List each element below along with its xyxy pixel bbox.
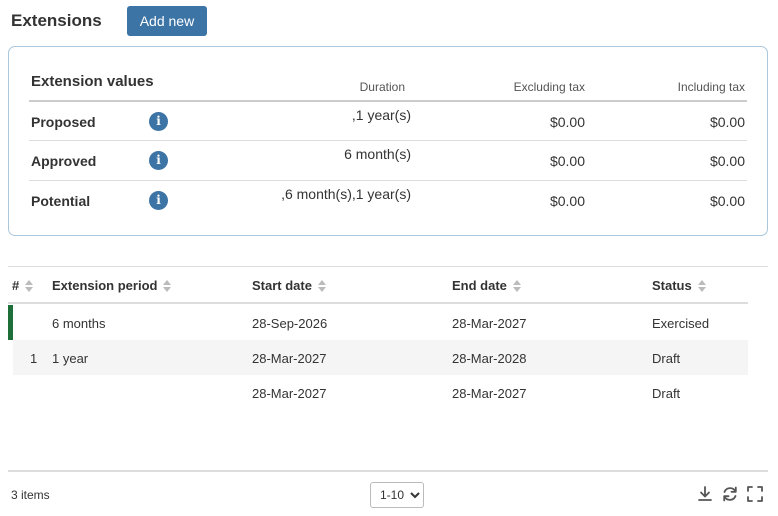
- info-icon[interactable]: i: [149, 191, 168, 210]
- duration-value: ,6 month(s),1 year(s): [281, 186, 411, 202]
- download-icon[interactable]: [695, 484, 715, 504]
- row-label: Potential: [31, 193, 91, 209]
- row-label: Proposed: [31, 114, 96, 130]
- proposed-row: Proposed i ,1 year(s) $0.00 $0.00: [29, 100, 747, 140]
- sort-icon[interactable]: [697, 279, 706, 292]
- table-row[interactable]: 1 1 year 28-Mar-2027 28-Mar-2028 Draft: [13, 340, 748, 375]
- column-status-label: Status: [652, 278, 692, 293]
- info-icon[interactable]: i: [149, 151, 168, 170]
- sort-icon[interactable]: [512, 279, 521, 292]
- duration-header: Duration: [359, 80, 405, 94]
- column-extension-period[interactable]: Extension period: [52, 278, 172, 293]
- cell-period: 1 year: [52, 351, 89, 366]
- excluding-tax-value: $0.00: [549, 153, 585, 169]
- excluding-tax-value: $0.00: [549, 114, 585, 130]
- cell-start: 28-Mar-2027: [252, 351, 327, 366]
- column-start-label: Start date: [252, 278, 312, 293]
- cell-period: 6 months: [52, 316, 106, 331]
- duration-value: 6 month(s): [344, 146, 411, 162]
- column-end-label: End date: [452, 278, 507, 293]
- section-divider: [8, 266, 768, 267]
- cell-end: 28-Mar-2027: [452, 386, 527, 401]
- fullscreen-icon[interactable]: [745, 484, 765, 504]
- row-label: Approved: [31, 153, 97, 169]
- sort-icon[interactable]: [317, 279, 326, 292]
- cell-end: 28-Mar-2028: [452, 351, 527, 366]
- column-start-date[interactable]: Start date: [252, 278, 326, 293]
- cell-number: 1: [30, 351, 38, 366]
- excluding-tax-header: Excluding tax: [513, 80, 585, 94]
- footer-divider: [8, 470, 768, 472]
- panel-title: Extension values: [31, 73, 154, 90]
- duration-value: ,1 year(s): [351, 107, 411, 123]
- column-status[interactable]: Status: [652, 278, 706, 293]
- extension-values-panel: Extension values Duration Excluding tax …: [8, 46, 768, 236]
- column-end-date[interactable]: End date: [452, 278, 521, 293]
- column-number-label: #: [12, 278, 20, 293]
- column-period-label: Extension period: [52, 278, 158, 293]
- cell-end: 28-Mar-2027: [452, 316, 527, 331]
- page-header: Extensions Add new: [11, 6, 208, 36]
- info-icon[interactable]: i: [149, 112, 168, 131]
- page-title: Extensions: [11, 11, 102, 30]
- including-tax-value: $0.00: [709, 114, 745, 130]
- table-header: # Extension period Start date End date S…: [8, 268, 748, 304]
- including-tax-value: $0.00: [709, 153, 745, 169]
- including-tax-value: $0.00: [709, 193, 745, 209]
- page-size-select[interactable]: 1-10: [370, 482, 424, 508]
- approved-row: Approved i 6 month(s) $0.00 $0.00: [29, 140, 747, 180]
- refresh-icon[interactable]: [720, 484, 740, 504]
- cell-start: 28-Mar-2027: [252, 386, 327, 401]
- sort-icon[interactable]: [163, 279, 172, 292]
- potential-row: Potential i ,6 month(s),1 year(s) $0.00 …: [29, 180, 747, 220]
- cell-status: Draft: [652, 351, 681, 366]
- including-tax-header: Including tax: [677, 80, 745, 94]
- excluding-tax-value: $0.00: [549, 193, 585, 209]
- add-new-button[interactable]: Add new: [126, 6, 208, 36]
- cell-start: 28-Sep-2026: [252, 316, 328, 331]
- items-count: 3 items: [11, 488, 50, 502]
- cell-status: Draft: [652, 386, 681, 401]
- column-number[interactable]: #: [12, 278, 34, 293]
- sort-icon[interactable]: [25, 279, 34, 292]
- cell-status: Exercised: [652, 316, 710, 331]
- table-row[interactable]: 28-Mar-2027 28-Mar-2027 Draft: [13, 375, 748, 410]
- table-row[interactable]: 6 months 28-Sep-2026 28-Mar-2027 Exercis…: [13, 305, 748, 340]
